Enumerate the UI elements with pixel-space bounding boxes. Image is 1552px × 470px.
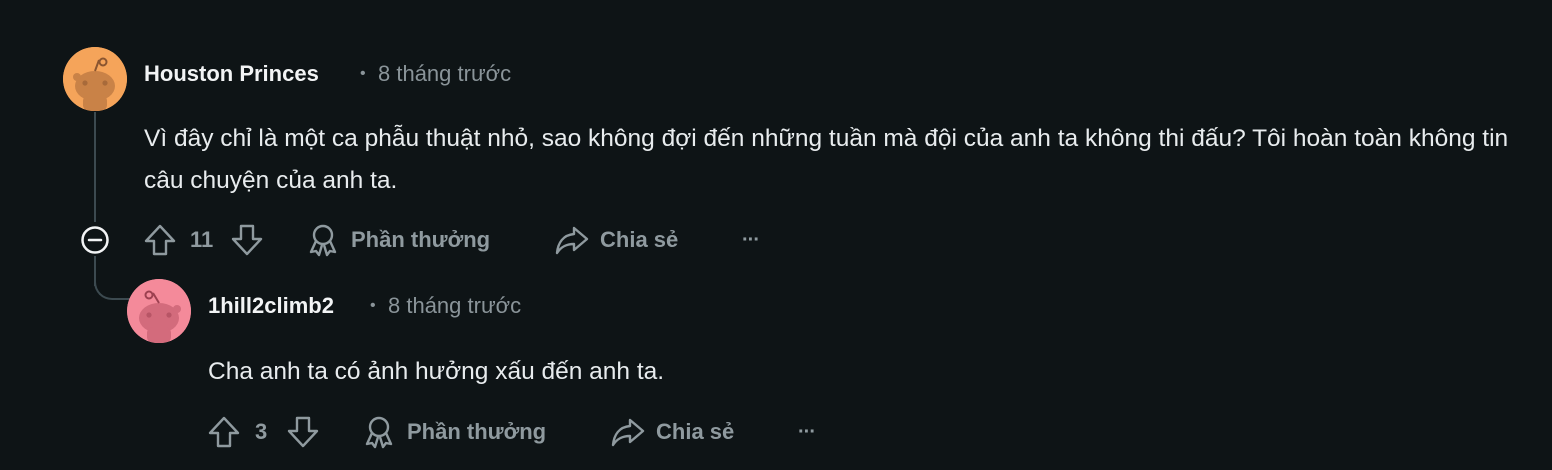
avatar[interactable]: [63, 47, 127, 111]
share-label: Chia sẻ: [656, 419, 735, 444]
downvote-button[interactable]: [230, 222, 264, 258]
avatar[interactable]: [127, 279, 191, 343]
award-button[interactable]: Phần thưởng: [362, 414, 546, 450]
arrow-down-icon: [287, 416, 319, 448]
vote-score: 11: [190, 227, 214, 252]
comment-body: Cha anh ta có ảnh hưởng xấu đến anh ta.: [208, 358, 665, 385]
comment-body: Vì đây chỉ là một ca phẫu thuật nhỏ, sao…: [144, 125, 1509, 194]
share-icon: [555, 226, 589, 255]
award-button[interactable]: Phần thưởng: [306, 222, 490, 258]
share-label: Chia sẻ: [600, 227, 679, 252]
arrow-up-icon: [208, 416, 240, 448]
arrow-up-icon: [144, 224, 176, 256]
award-icon: [365, 416, 393, 449]
award-icon: [309, 224, 337, 257]
collapse-thread-button[interactable]: [80, 225, 110, 255]
comment-timestamp[interactable]: 8 tháng trước: [388, 293, 521, 319]
award-label: Phần thưởng: [407, 419, 547, 444]
collapse-thread-icon: [81, 226, 109, 254]
comment-timestamp[interactable]: 8 tháng trước: [378, 61, 511, 87]
award-label: Phần thưởng: [351, 227, 491, 252]
vote-score: 3: [255, 419, 268, 444]
comment-author[interactable]: Houston Princes: [144, 61, 319, 87]
upvote-button[interactable]: [207, 414, 241, 450]
meta-separator: •: [370, 297, 376, 314]
more-options-button[interactable]: ···: [742, 222, 760, 258]
share-icon: [611, 418, 645, 447]
meta-separator: •: [360, 65, 366, 82]
arrow-down-icon: [231, 224, 263, 256]
thread-line: [94, 112, 96, 222]
more-options-icon: ···: [742, 228, 760, 251]
share-button[interactable]: Chia sẻ: [610, 414, 734, 450]
comment-author[interactable]: 1hill2climb2: [208, 293, 334, 319]
more-options-icon: ···: [798, 420, 816, 443]
share-button[interactable]: Chia sẻ: [554, 222, 678, 258]
thread-connector: [94, 262, 134, 300]
downvote-button[interactable]: [286, 414, 320, 450]
upvote-button[interactable]: [143, 222, 177, 258]
more-options-button[interactable]: ···: [798, 414, 816, 450]
